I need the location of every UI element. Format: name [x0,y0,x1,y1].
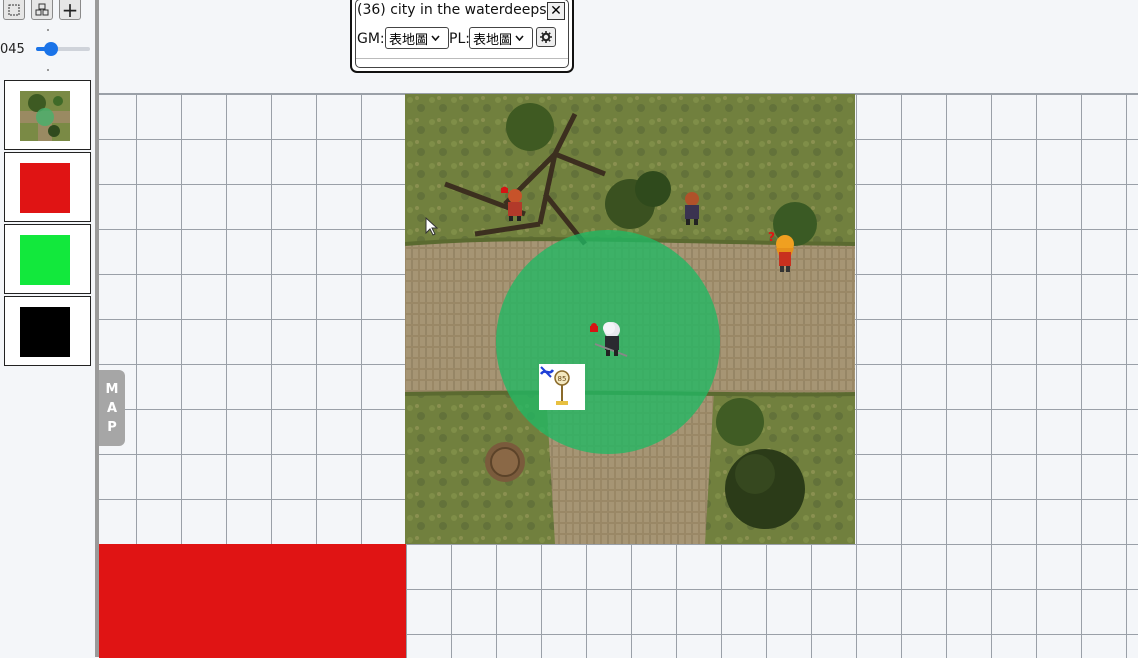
add-button[interactable]: + [59,0,81,20]
zoom-value: 045 [0,42,25,57]
gm-map-select[interactable]: 表地圖 [385,27,449,49]
map-swatch[interactable] [4,80,91,150]
signpost-icon: 85 [539,366,570,405]
map-tab[interactable]: M A P [99,370,125,446]
zoom-slider[interactable] [36,42,90,56]
red-color-fill [20,163,70,213]
panel-divider [356,58,568,59]
gm-map-select-value: 表地圖 [389,32,429,48]
sidebar: + 045 [0,0,95,657]
svg-text:?: ? [768,230,775,244]
pc-token-blonde[interactable]: ? [767,230,801,280]
battle-map-image[interactable]: ? 85 [405,94,855,544]
pc-token-fox-red[interactable] [497,182,527,226]
select-area-button[interactable] [3,0,25,20]
chevron-down-icon [431,35,440,41]
svg-text:85: 85 [558,375,567,383]
pc-token-white-hair[interactable] [587,316,631,366]
map-tab-letter-a: A [106,400,118,416]
divider-dot [47,69,49,71]
zoom-slider-thumb[interactable] [44,42,58,56]
character-sprite-icon [685,192,699,225]
room-panel: (36) city in the waterdeeps ✕ GM: 表地圖 PL… [350,0,574,73]
black-color-fill [20,307,70,357]
red-block-token[interactable] [99,544,406,658]
color-swatch-black[interactable] [4,296,91,366]
pl-label: PL: [449,31,470,47]
multi-select-icon [35,3,49,15]
character-sprite-icon [590,322,628,357]
character-sprite-icon: ? [768,230,794,272]
pc-token-fox-dark[interactable] [679,187,705,231]
select-area-icon [8,4,20,15]
color-swatch-red[interactable] [4,152,91,222]
settings-button[interactable] [536,27,556,47]
pl-map-select[interactable]: 表地圖 [469,27,533,49]
green-color-fill [20,235,70,285]
gear-icon [540,31,552,43]
pl-map-select-value: 表地圖 [473,32,513,48]
divider-dot [47,29,49,31]
map-thumbnail [20,91,70,141]
map-tab-letter-p: P [107,419,117,435]
grid-board[interactable]: ? 85 M A P [99,93,1138,658]
map-tab-letter-m: M [105,381,119,397]
close-icon: ✕ [550,3,562,19]
room-title: (36) city in the waterdeeps [357,2,547,18]
chevron-down-icon [515,35,524,41]
add-icon: + [61,0,79,22]
character-sprite-icon [501,186,522,221]
close-button[interactable]: ✕ [547,2,565,20]
multi-select-button[interactable] [31,0,53,20]
status-marker-token[interactable]: 85 [539,364,585,410]
mouse-cursor-icon [425,217,439,236]
gm-label: GM: [357,31,385,47]
color-swatch-green[interactable] [4,224,91,294]
